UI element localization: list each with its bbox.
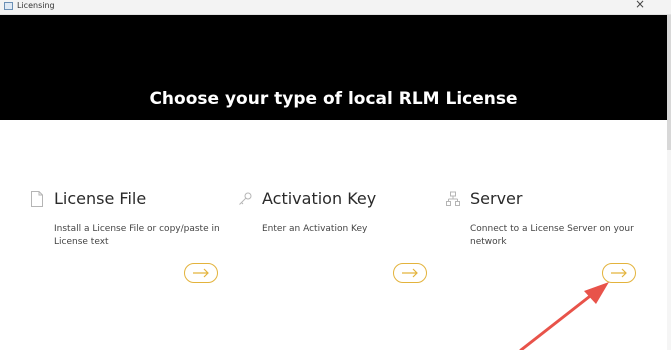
annotation-arrow xyxy=(519,282,609,350)
